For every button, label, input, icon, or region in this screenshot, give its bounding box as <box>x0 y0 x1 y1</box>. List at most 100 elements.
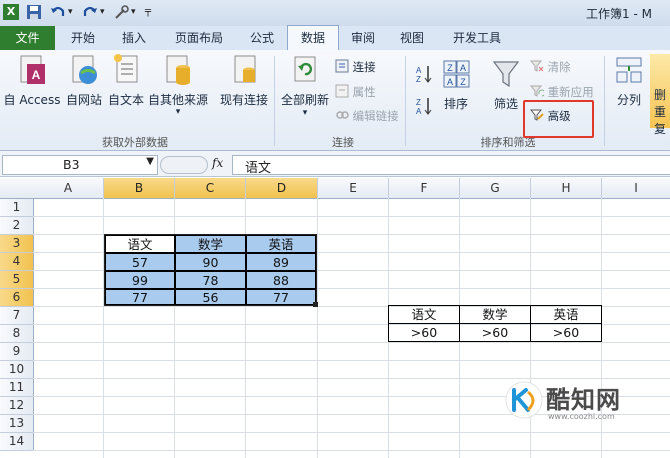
row-header-10[interactable]: 10 <box>0 361 34 379</box>
table-cell[interactable]: 56 <box>175 289 246 305</box>
row-header-2[interactable]: 2 <box>0 217 34 235</box>
table-cell[interactable]: 99 <box>105 271 175 289</box>
column-header-f[interactable]: F <box>389 178 460 199</box>
group-separator <box>604 56 605 146</box>
sort-ascending-icon: AZ <box>416 66 432 84</box>
select-all-corner[interactable] <box>0 178 34 199</box>
column-header-d[interactable]: D <box>246 178 318 199</box>
from-text-button[interactable]: 自文本 <box>104 54 148 108</box>
remove-duplicates-label-2: 重复 <box>653 105 666 136</box>
window-title: 工作簿1 - M <box>586 7 652 21</box>
svg-text:A: A <box>32 68 41 82</box>
reapply-icon <box>529 84 546 101</box>
group-separator <box>405 56 406 146</box>
name-box[interactable]: B3 ▼ <box>2 155 158 175</box>
clear-filter-button[interactable]: 清除 <box>529 59 571 76</box>
tab-file[interactable]: 文件 <box>0 26 55 50</box>
row-header-1[interactable]: 1 <box>0 199 34 217</box>
undo-icon[interactable] <box>50 4 66 20</box>
table-header-cell[interactable]: 数学 <box>175 235 246 253</box>
table-cell[interactable]: 57 <box>105 253 175 271</box>
name-box-dropdown-icon[interactable]: ▼ <box>146 156 154 167</box>
tab-review[interactable]: 审阅 <box>340 26 386 50</box>
formula-input[interactable]: 语文 <box>232 155 670 176</box>
criteria-header-cell[interactable]: 数学 <box>459 305 531 324</box>
criteria-cell[interactable]: >60 <box>388 323 460 342</box>
group-label-connections: 连接 <box>332 136 354 149</box>
svg-text:A: A <box>416 66 422 75</box>
tab-page-layout[interactable]: 页面布局 <box>162 26 236 50</box>
table-header-cell[interactable]: 语文 <box>105 235 175 253</box>
column-header-c[interactable]: C <box>175 178 246 199</box>
svg-text:A: A <box>416 107 422 116</box>
fx-icon: fx <box>212 156 224 170</box>
properties-button[interactable]: 属性 <box>335 84 376 101</box>
row-header-6[interactable]: 6 <box>0 289 34 307</box>
table-cell[interactable]: 88 <box>246 271 316 289</box>
criteria-header-cell[interactable]: 英语 <box>530 305 602 324</box>
formula-bar-resize-handle[interactable] <box>160 156 208 174</box>
column-header-e[interactable]: E <box>318 178 389 199</box>
save-icon[interactable] <box>26 4 42 20</box>
insert-function-button[interactable]: fx <box>212 156 223 170</box>
tab-developer[interactable]: 开发工具 <box>440 26 514 50</box>
row-header-9[interactable]: 9 <box>0 343 34 361</box>
table-cell[interactable]: 77 <box>246 289 316 305</box>
tab-view[interactable]: 视图 <box>389 26 435 50</box>
filter-funnel-icon <box>492 61 520 88</box>
svg-text:Z: Z <box>416 75 421 84</box>
from-access-button[interactable]: A 自 Access <box>2 54 62 108</box>
row-header-14[interactable]: 14 <box>0 433 34 451</box>
column-header-a[interactable]: A <box>33 178 104 199</box>
fill-handle[interactable] <box>313 302 318 307</box>
criteria-cell[interactable]: >60 <box>530 323 602 342</box>
connections-button[interactable]: 连接 <box>335 59 376 76</box>
row-header-13[interactable]: 13 <box>0 415 34 433</box>
text-to-columns-icon <box>616 57 642 83</box>
access-icon: A <box>20 55 45 84</box>
text-to-columns-button[interactable]: 分列 <box>610 54 648 108</box>
reapply-button[interactable]: 重新应用 <box>529 84 594 101</box>
excel-icon[interactable]: X <box>3 4 19 20</box>
table-cell[interactable]: 77 <box>105 289 175 305</box>
row-header-3[interactable]: 3 <box>0 235 34 253</box>
criteria-cell[interactable]: >60 <box>459 323 531 342</box>
web-icon <box>72 55 97 84</box>
row-header-12[interactable]: 12 <box>0 397 34 415</box>
row-header-4[interactable]: 4 <box>0 253 34 271</box>
column-header-b[interactable]: B <box>104 178 175 199</box>
tab-insert[interactable]: 插入 <box>110 26 158 50</box>
sort-descending-button[interactable]: ZA <box>413 96 435 119</box>
table-header-cell[interactable]: 英语 <box>246 235 316 253</box>
criteria-header-cell[interactable]: 语文 <box>388 305 460 324</box>
column-header-i[interactable]: I <box>602 178 670 199</box>
refresh-all-button[interactable]: 全部刷新 ▾ <box>280 54 330 118</box>
edit-links-button[interactable]: 编辑链接 <box>335 108 399 125</box>
from-web-button[interactable]: 自网站 <box>62 54 106 108</box>
filter-button[interactable]: 筛选 <box>488 58 524 112</box>
row-header-8[interactable]: 8 <box>0 325 34 343</box>
refresh-all-label: 全部刷新 <box>280 93 329 107</box>
remove-duplicates-button[interactable]: 删 重复 <box>650 54 670 136</box>
gridline <box>33 450 670 451</box>
table-cell[interactable]: 90 <box>175 253 246 271</box>
existing-connections-button[interactable]: 现有连接 <box>216 54 272 108</box>
column-header-g[interactable]: G <box>460 178 531 199</box>
sort-button[interactable]: ZAAZ 排序 <box>438 58 474 112</box>
sort-ascending-button[interactable]: AZ <box>413 64 435 87</box>
table-cell[interactable]: 89 <box>246 253 316 271</box>
row-header-5[interactable]: 5 <box>0 271 34 289</box>
table-cell[interactable]: 78 <box>175 271 246 289</box>
column-header-h[interactable]: H <box>531 178 602 199</box>
clear-filter-icon <box>529 59 544 76</box>
tab-formulas[interactable]: 公式 <box>240 26 284 50</box>
row-header-11[interactable]: 11 <box>0 379 34 397</box>
tools-icon[interactable] <box>114 4 130 20</box>
qat-more-icon[interactable]: ╤ <box>145 4 161 20</box>
gridline <box>33 216 670 217</box>
redo-icon[interactable] <box>82 4 98 20</box>
from-other-sources-button[interactable]: 自其他来源 ▾ <box>146 54 210 117</box>
tab-home[interactable]: 开始 <box>58 26 108 50</box>
tab-data[interactable]: 数据 <box>287 25 339 51</box>
row-header-7[interactable]: 7 <box>0 307 34 325</box>
